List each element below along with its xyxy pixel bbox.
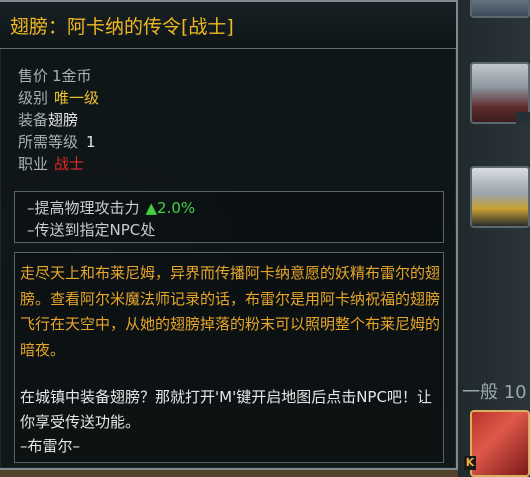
item-title: 翅膀：阿卡纳的传令[战士] [10, 16, 234, 38]
class-row: 职业 战士 [18, 153, 99, 175]
effect-teleport: –传送到指定NPC处 [27, 219, 155, 240]
class-value: 战士 [54, 155, 85, 173]
item-effects: –提高物理攻击力 ▲2.0% –传送到指定NPC处 [14, 191, 444, 243]
required-level-row: 所需等级 1 [18, 131, 99, 153]
price-label: 售价 [18, 67, 49, 85]
weapon-item-icon[interactable] [470, 0, 530, 18]
lore-text: 走尽天上和布莱尼姆，异界而传播阿卡纳意愿的妖精布雷尔的翅膀。查看阿尔米魔法师记录… [20, 264, 441, 359]
item-description: 走尽天上和布莱尼姆，异界而传播阿卡纳意愿的妖精布雷尔的翅膀。查看阿尔米魔法师记录… [14, 252, 444, 463]
price-value: 1金币 [52, 67, 92, 85]
hotkey-badge: K [464, 456, 476, 470]
effect-value: ▲2.0% [145, 199, 196, 217]
required-level-label: 所需等级 [18, 133, 79, 151]
side-panel-label: 一般 10 [462, 382, 527, 403]
boots-item-icon[interactable] [470, 166, 530, 228]
slot-marker [516, 112, 530, 124]
class-label: 职业 [18, 155, 49, 173]
required-level-value: 1 [86, 133, 96, 151]
lore-signature: –布雷尔– [20, 437, 81, 455]
grade-label: 级别 [18, 89, 49, 107]
slot-row: 装备翅膀 [18, 109, 99, 131]
grade-value: 唯一级 [54, 89, 100, 107]
effect-text: –提高物理攻击力 [27, 199, 140, 217]
price-row: 售价 1金币 [18, 65, 99, 87]
item-tooltip: 翅膀：阿卡纳的传令[战士] 售价 1金币 级别 唯一级 装备翅膀 所需等级 1 职业战… [0, 0, 458, 470]
grade-row: 级别 唯一级 [18, 87, 99, 109]
effect-text: –传送到指定NPC处 [27, 221, 156, 239]
usage-hint: 在城镇中装备翅膀？那就打开'M'键开启地图后点击NPC吧！让你享受传送功能。 [20, 388, 432, 431]
effect-physical-attack: –提高物理攻击力 ▲2.0% [27, 197, 195, 218]
item-stats: 售价 1金币 级别 唯一级 装备翅膀 所需等级 1 职业 战士 [18, 65, 99, 175]
wing-item-icon[interactable] [470, 410, 530, 477]
slot-label: 装备 [18, 111, 49, 129]
tooltip-title-bar: 翅膀：阿卡纳的传令[战士] [0, 2, 456, 49]
slot-value: 翅膀 [48, 111, 79, 129]
